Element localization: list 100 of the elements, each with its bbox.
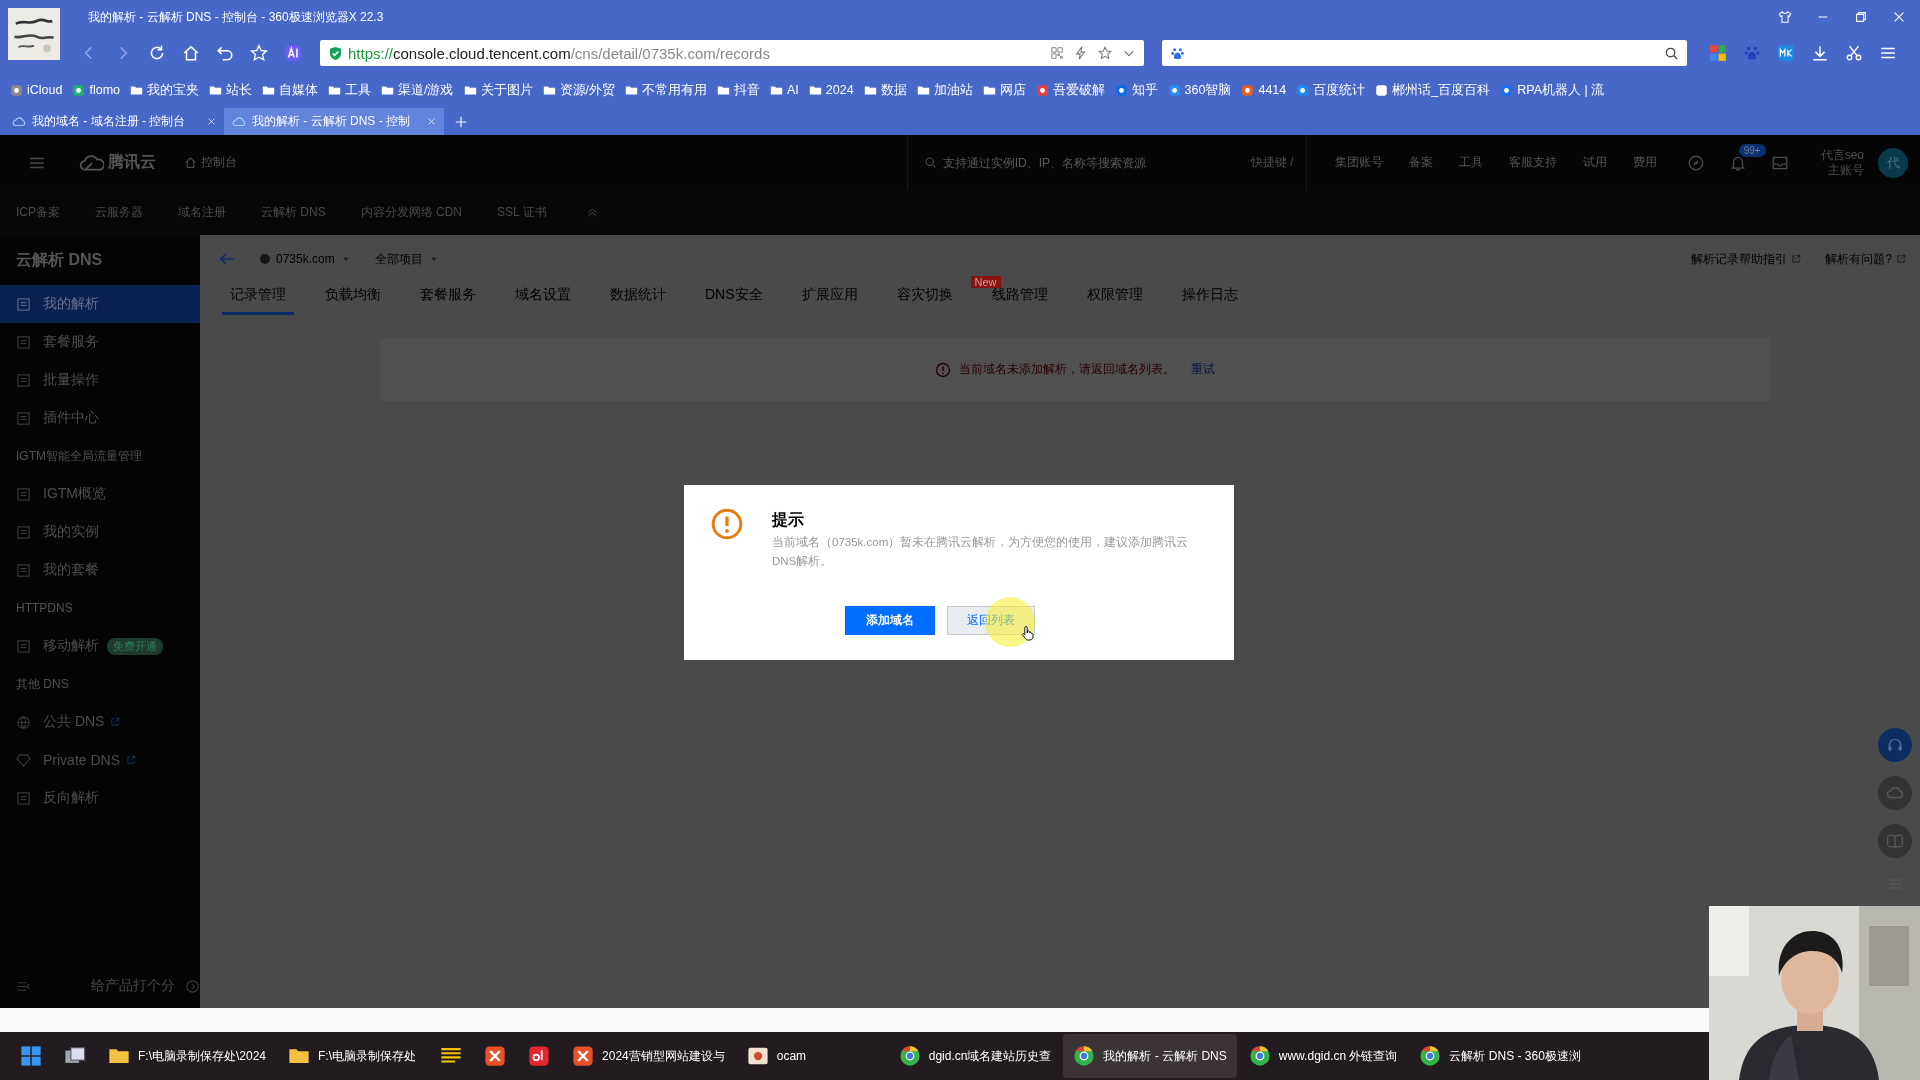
search-field[interactable] [1162,40,1687,66]
download-icon[interactable] [1811,44,1829,62]
cloud-icon[interactable] [1878,776,1912,810]
product-link[interactable]: 云服务器 [95,204,143,221]
search-field[interactable]: 支持通过实例ID、IP、名称等搜索资源 [940,154,1251,171]
address-bar[interactable]: https://console.cloud.tencent.com/cns/detail/0735k.com/records [320,40,1144,66]
headset-icon[interactable] [1878,728,1912,762]
search-icon[interactable] [1664,45,1679,61]
bookmark[interactable]: 郴州话_百度百科 [1375,81,1491,99]
close-icon[interactable] [1892,10,1906,24]
product-link[interactable]: ICP备案 [16,204,60,221]
tab[interactable]: DNS安全 [697,286,771,315]
sidebar-item[interactable]: 公共 DNS [0,703,200,741]
product-link[interactable]: 域名注册 [178,204,226,221]
sidebar-item[interactable]: 插件中心 [0,399,200,437]
tiles-icon[interactable] [1709,44,1727,62]
bookmark[interactable]: 我的宝夹 [130,81,199,99]
tab[interactable]: 记录管理 [222,286,294,315]
bookmark[interactable]: 自媒体 [262,81,318,99]
bookmark[interactable]: 渠道/游戏 [381,81,454,99]
taskbar-item[interactable]: F:\电脑录制保存处 [278,1034,429,1078]
bookmark[interactable]: 360智脑 [1167,81,1232,99]
browser-tab[interactable]: 我的域名 - 域名注册 - 控制台 [4,108,224,135]
sidebar-item[interactable]: 批量操作 [0,361,200,399]
product-link[interactable]: SSL 证书 [497,204,547,221]
taskbar-item[interactable]: 我的解析 - 云解析 DNS [1063,1034,1237,1078]
home-icon[interactable] [182,44,200,62]
star-icon[interactable] [1098,46,1112,60]
tab[interactable]: 套餐服务 [412,286,484,315]
tab[interactable]: 权限管理 [1078,286,1151,315]
sidebar-item[interactable]: 反向解析 [0,779,200,817]
bookmark[interactable]: 知乎 [1114,81,1158,99]
header-link[interactable]: 费用 [1632,154,1657,171]
tab[interactable]: 扩展应用 [793,286,866,315]
taskbar-item[interactable]: www.dgid.cn 外链查询 [1238,1034,1408,1078]
bookmark[interactable]: 吾爱破解 [1035,81,1105,99]
bookmark[interactable]: 加油站 [916,81,973,99]
book-icon[interactable] [1878,824,1912,858]
bookmark[interactable]: iCloud [10,83,63,97]
bookmark[interactable]: 站长 [209,81,252,99]
tab[interactable]: 操作日志 [1173,286,1246,315]
avatar[interactable]: 代 [1878,147,1908,178]
bookmark[interactable]: RPA机器人 | 流 [1500,81,1605,99]
bookmark[interactable]: 百度统计 [1296,81,1366,99]
new-tab-icon[interactable] [454,115,468,129]
product-link[interactable]: 云解析 DNS [261,204,326,221]
undo-icon[interactable] [216,44,234,62]
sidebar-item[interactable]: 我的套餐 [0,551,200,589]
sidebar-item[interactable]: Private DNS [0,741,200,779]
rate-link[interactable]: 给产品打个分 [91,977,175,995]
taskbar-item[interactable]: F:\电脑录制保存处\2024 [98,1034,277,1078]
header-link[interactable]: 工具 [1458,154,1483,171]
close-icon[interactable] [427,117,436,126]
product-link[interactable]: 内容分发网络 CDN [360,204,463,221]
taskbar-item[interactable]: 2024营销型网站建设与 [562,1034,735,1078]
back-to-list-button[interactable]: 返回列表 [947,606,1035,635]
bookmark[interactable]: 网店 [982,81,1026,99]
help-link[interactable]: 解析有问题? [1825,250,1892,268]
bookmark[interactable]: 工具 [328,81,371,99]
help-link[interactable]: 解析记录帮助指引 [1691,250,1788,268]
header-link[interactable]: 集团账号 [1334,154,1383,171]
header-link[interactable]: 试用 [1582,154,1607,171]
sidebar-item[interactable]: 套餐服务 [0,323,200,361]
bookmark[interactable]: 数据 [863,81,907,99]
header-link[interactable]: 客服支持 [1508,154,1557,171]
compass-icon[interactable] [1686,153,1705,172]
tab[interactable]: 线路管理 [983,286,1056,315]
taskbar-item[interactable]: 云解析 DNS - 360极速浏 [1409,1034,1591,1078]
sidebar-item[interactable]: 我的实例 [0,513,200,551]
bookmark[interactable]: 资源/外贸 [542,81,615,99]
domain-select[interactable]: 0735k.com [260,252,351,266]
bookmark[interactable]: 不常用有用 [625,81,707,99]
browser-tab[interactable]: 我的解析 - 云解析 DNS - 控制 [224,108,444,135]
bookmark[interactable]: 2024 [808,83,854,97]
tab[interactable]: 容灾切换 [888,286,961,315]
mk-icon[interactable] [1777,44,1795,62]
taskbar-item[interactable]: ocam [736,1034,887,1078]
tab[interactable]: 域名设置 [507,286,579,315]
bookmark[interactable]: flomo [72,83,120,97]
bookmark[interactable]: AI [770,83,799,97]
header-link[interactable]: 备案 [1408,154,1433,171]
sidebar-item[interactable]: IGTM概览 [0,475,200,513]
tab[interactable]: 数据统计 [602,286,674,315]
scissors-icon[interactable] [1845,44,1863,62]
sidebar-item[interactable]: 我的解析 [0,285,200,323]
project-select[interactable]: 全部项目 [374,250,439,268]
tab[interactable]: 负载均衡 [317,286,389,315]
taskbar-item[interactable]: dgid.cn域名建站历史查 [888,1034,1062,1078]
bookmark[interactable]: 关于图片 [463,81,533,99]
shirt-icon[interactable] [1778,10,1792,24]
qr-code-icon[interactable] [1050,46,1064,60]
reload-icon[interactable] [148,44,166,62]
close-icon[interactable] [207,117,216,126]
bookmark[interactable]: 抖音 [717,81,760,99]
retry-link[interactable]: 重试 [1191,361,1215,378]
account-name[interactable]: 代言seo [1820,147,1864,163]
console-link[interactable]: 控制台 [201,154,237,171]
restore-icon[interactable] [1854,10,1868,24]
ai-icon[interactable] [284,44,302,62]
lightning-icon[interactable] [1074,46,1088,60]
